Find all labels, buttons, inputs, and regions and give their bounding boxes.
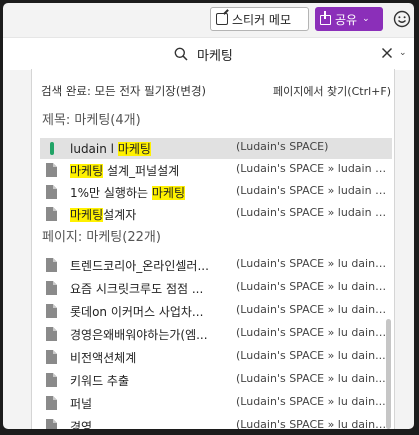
search-options-chevron-icon[interactable]: ⌄ bbox=[399, 48, 407, 58]
result-title-text: 트렌드코리아_온라인셀러... bbox=[70, 259, 209, 273]
chevron-down-icon: ⌄ bbox=[362, 14, 370, 24]
title-results-heading: 제목: 마케팅(4개) bbox=[42, 113, 141, 128]
search-result-row[interactable]: ludain l 마케팅 (Ludain's SPACE) bbox=[40, 138, 392, 159]
page-icon bbox=[46, 163, 57, 177]
result-title: 경영 bbox=[70, 418, 225, 429]
clear-search-icon[interactable] bbox=[380, 46, 394, 60]
result-title-text: 1%만 실행하는 bbox=[70, 186, 152, 200]
search-bar: ⌄ bbox=[3, 37, 414, 70]
search-scope-change-link[interactable]: 모든 전자 필기장(변경) bbox=[95, 84, 207, 98]
share-icon bbox=[320, 11, 331, 25]
toolbar: 스티커 메모 공유 ⌄ bbox=[3, 3, 414, 34]
result-title: 마케팅 설계_퍼널설계 bbox=[70, 162, 225, 179]
sticky-notes-label: 스티커 메모 bbox=[232, 12, 292, 27]
search-input[interactable] bbox=[197, 44, 367, 64]
page-icon bbox=[46, 396, 57, 410]
onenote-window: 스티커 메모 공유 ⌄ ⌄ 검색 완료: 모든 전자 필기장(변경) bbox=[3, 3, 414, 429]
result-title: 키워드 추출 bbox=[70, 372, 225, 389]
result-title-text: 롯데on 이커머스 사업차... bbox=[70, 305, 204, 319]
result-title-text: 비전액션체계 bbox=[70, 351, 137, 365]
result-title: 경영은왜배워야하는가(엠... bbox=[70, 326, 225, 343]
search-results-panel: 검색 완료: 모든 전자 필기장(변경) 페이지에서 찾기(Ctrl+F) 제목… bbox=[31, 69, 395, 429]
result-location: (Ludain's SPACE » lu dain... bbox=[236, 395, 386, 408]
page-results-heading: 페이지: 마케팅(22개) bbox=[42, 230, 161, 245]
page-icon bbox=[46, 281, 57, 295]
result-title-text: ludain l bbox=[70, 142, 118, 156]
result-location: (Ludain's SPACE) bbox=[236, 140, 329, 153]
page-icon bbox=[46, 350, 57, 364]
result-location: (Ludain's SPACE » lu dain... bbox=[236, 372, 386, 385]
sticky-notes-button[interactable]: 스티커 메모 bbox=[210, 7, 309, 31]
result-location: (Ludain's SPACE » lu dain... bbox=[236, 349, 386, 362]
result-title-text: 키워드 추출 bbox=[70, 374, 130, 388]
search-scope: 검색 완료: 모든 전자 필기장(변경) bbox=[41, 83, 206, 99]
result-title: 트렌드코리아_온라인셀러... bbox=[70, 257, 225, 274]
share-label: 공유 bbox=[335, 12, 358, 27]
result-location: (Ludain's SPACE » lu dainl... bbox=[236, 303, 388, 316]
result-title-text: 설계_퍼널설계 bbox=[103, 164, 180, 178]
page-icon bbox=[46, 207, 57, 221]
search-result-row[interactable]: 요즘 시크릿크루도 점점 ... (Ludain's SPACE » lu dai… bbox=[40, 278, 392, 299]
result-title: ludain l 마케팅 bbox=[70, 140, 225, 157]
search-match-highlight: 마케팅 bbox=[70, 164, 104, 178]
feedback-smile-icon[interactable] bbox=[392, 9, 412, 29]
search-match-highlight: 마케팅 bbox=[151, 186, 185, 200]
result-title-text: 설계자 bbox=[103, 208, 137, 222]
result-title-text: 경영 bbox=[70, 420, 93, 429]
result-title: 요즘 시크릿크루도 점점 ... bbox=[70, 280, 225, 297]
page-icon bbox=[46, 373, 57, 387]
search-result-row[interactable]: 비전액션체계 (Ludain's SPACE » lu dain... bbox=[40, 347, 392, 368]
sticky-note-icon bbox=[216, 13, 228, 25]
result-location: (Ludain's SPACE » ludain l... bbox=[236, 162, 388, 175]
page-icon bbox=[46, 419, 57, 429]
result-title-text: 요즘 시크릿크루도 점점 ... bbox=[70, 282, 204, 296]
search-result-row[interactable]: 경영은왜배워야하는가(엠... (Ludain's SPACE » lu dain… bbox=[40, 324, 392, 345]
search-result-row[interactable]: 마케팅 설계_퍼널설계 (Ludain's SPACE » ludain l... bbox=[40, 160, 392, 181]
result-location: (Ludain's SPACE » lu dainl... bbox=[236, 257, 388, 270]
page-icon bbox=[46, 327, 57, 341]
share-button[interactable]: 공유 ⌄ bbox=[315, 7, 383, 31]
search-scope-label: 검색 완료: bbox=[41, 84, 91, 98]
result-title-text: 경영은왜배워야하는가(엠... bbox=[70, 328, 208, 342]
page-icon bbox=[46, 185, 57, 199]
search-result-row[interactable]: 롯데on 이커머스 사업차... (Ludain's SPACE » lu dai… bbox=[40, 301, 392, 322]
search-result-row[interactable]: 마케팅설계자 (Ludain's SPACE » ludain l... bbox=[40, 204, 392, 225]
find-in-page-link[interactable]: 페이지에서 찾기(Ctrl+F) bbox=[273, 83, 391, 99]
search-result-row[interactable]: 트렌드코리아_온라인셀러... (Ludain's SPACE » lu dain… bbox=[40, 255, 392, 276]
result-title: 마케팅설계자 bbox=[70, 206, 225, 223]
result-title-text: 퍼널 bbox=[70, 397, 93, 411]
search-icon bbox=[174, 47, 188, 61]
results-scrollbar[interactable] bbox=[386, 319, 392, 429]
scrollbar-thumb[interactable] bbox=[386, 319, 391, 429]
result-location: (Ludain's SPACE » lu dainl... bbox=[236, 418, 388, 429]
section-tab-icon bbox=[50, 142, 54, 155]
result-title: 비전액션체계 bbox=[70, 349, 225, 366]
search-result-row[interactable]: 키워드 추출 (Ludain's SPACE » lu dain... bbox=[40, 370, 392, 391]
result-location: (Ludain's SPACE » lu dainl... bbox=[236, 280, 388, 293]
search-match-highlight: 마케팅 bbox=[117, 142, 151, 156]
page-icon bbox=[46, 258, 57, 272]
search-match-highlight: 마케팅 bbox=[70, 208, 104, 222]
result-title: 롯데on 이커머스 사업차... bbox=[70, 303, 225, 320]
search-result-row[interactable]: 1%만 실행하는 마케팅 (Ludain's SPACE » ludain l..… bbox=[40, 182, 392, 203]
page-icon bbox=[46, 304, 57, 318]
search-result-row[interactable]: 퍼널 (Ludain's SPACE » lu dain... bbox=[40, 393, 392, 414]
result-location: (Ludain's SPACE » ludain l... bbox=[236, 184, 388, 197]
search-result-row[interactable]: 경영 (Ludain's SPACE » lu dainl... bbox=[40, 416, 392, 429]
result-location: (Ludain's SPACE » lu dainl... bbox=[236, 326, 388, 339]
result-title: 퍼널 bbox=[70, 395, 225, 412]
result-title: 1%만 실행하는 마케팅 bbox=[70, 184, 225, 201]
result-location: (Ludain's SPACE » ludain l... bbox=[236, 206, 388, 219]
